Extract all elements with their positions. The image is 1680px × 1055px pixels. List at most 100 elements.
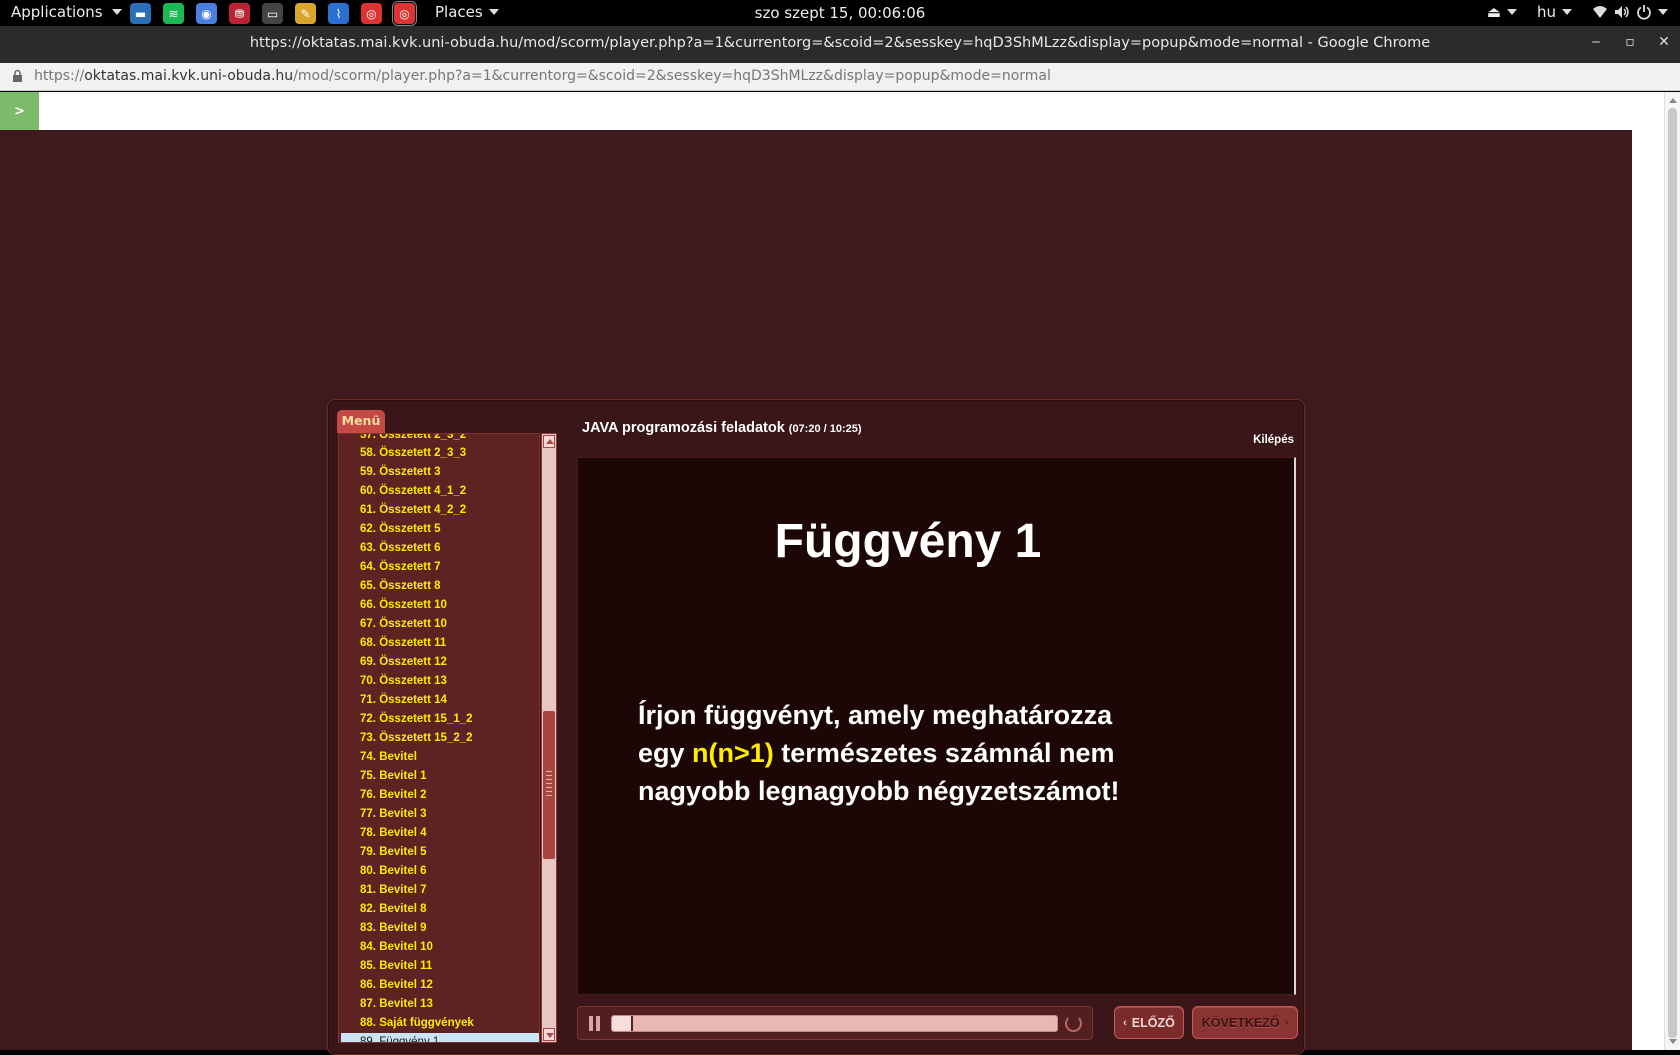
screenshot-icon[interactable]: ⛃ <box>229 3 250 24</box>
menu-item[interactable]: 89. Függvény 1 <box>341 1033 539 1043</box>
toc-toggle-button[interactable]: > <box>0 92 39 130</box>
terminal-icon[interactable]: ▭ <box>262 3 283 24</box>
menu-item[interactable]: 84. Bevitel 10 <box>339 938 539 957</box>
scroll-up-icon[interactable] <box>1669 98 1677 103</box>
pause-icon[interactable] <box>588 1016 602 1031</box>
menu-item-label: Bevitel 11 <box>379 960 433 972</box>
menu-item-number: 76. <box>360 789 376 801</box>
page-scrollbar[interactable] <box>1664 92 1680 1050</box>
menu-item[interactable]: 78. Bevitel 4 <box>339 824 539 843</box>
menu-item[interactable]: 76. Bevitel 2 <box>339 786 539 805</box>
eject-menu[interactable]: ⏏ <box>1487 3 1517 21</box>
menu-item-number: 84. <box>360 941 376 953</box>
chrome-active-icon[interactable]: ◎ <box>392 1 417 26</box>
previous-button[interactable]: ‹ ELŐZŐ <box>1114 1006 1184 1039</box>
clock[interactable]: szo szept 15, 00:06:06 <box>755 4 926 22</box>
menu-item[interactable]: 69. Összetett 12 <box>339 653 539 672</box>
playback-controls <box>577 1006 1093 1040</box>
eject-icon: ⏏ <box>1486 3 1501 21</box>
course-player: Menü 57. Összetett 2_3_2 58. Összetett 2_… <box>327 399 1305 1055</box>
menu-scrollbar[interactable] <box>541 433 557 1043</box>
slide-highlight: n(n>1) <box>692 738 774 768</box>
menu-item-number: 61. <box>360 504 376 516</box>
chromium-icon[interactable]: ◉ <box>196 3 217 24</box>
menu-item-label: Összetett 2_3_3 <box>379 447 467 459</box>
menu-item[interactable]: 66. Összetett 10 <box>339 596 539 615</box>
applications-menu[interactable]: Applications <box>11 3 122 21</box>
menu-item[interactable]: 75. Bevitel 1 <box>339 767 539 786</box>
url-prefix: https:// <box>34 68 85 84</box>
menu-item[interactable]: 63. Összetett 6 <box>339 539 539 558</box>
replay-icon[interactable] <box>1065 1015 1082 1032</box>
menu-item[interactable]: 87. Bevitel 13 <box>339 995 539 1014</box>
menu-item[interactable]: 65. Összetett 8 <box>339 577 539 596</box>
scroll-down-button[interactable] <box>543 1028 555 1041</box>
menu-item[interactable]: 81. Bevitel 7 <box>339 881 539 900</box>
lock-icon <box>13 69 22 82</box>
course-title: JAVA programozási feladatok (07:20 / 10:2… <box>582 420 862 436</box>
menu-item-number: 72. <box>360 713 376 725</box>
menu-item[interactable]: 80. Bevitel 6 <box>339 862 539 881</box>
status-menu[interactable] <box>1592 4 1668 20</box>
menu-item[interactable]: 74. Bevitel <box>339 748 539 767</box>
menu-item-label: Összetett 14 <box>379 694 447 706</box>
spotify-icon[interactable]: ≋ <box>163 3 184 24</box>
menu-item-number: 70. <box>360 675 376 687</box>
scroll-thumb[interactable] <box>543 711 555 859</box>
system-top-bar: Applications ▬ ≋ ◉ ⛃ ▭ ✎ ⌇ ◎ ◎ Places szo szept … <box>0 0 1680 26</box>
next-button[interactable]: KÖVETKEZŐ › <box>1192 1006 1298 1039</box>
maximize-button[interactable]: ▫ <box>1622 34 1638 50</box>
places-menu[interactable]: Places <box>435 3 499 21</box>
menu-item-label: Bevitel 13 <box>379 998 433 1010</box>
chrome-icon[interactable]: ◎ <box>361 3 382 24</box>
menu-tab[interactable]: Menü <box>337 410 385 433</box>
menu-item[interactable]: 85. Bevitel 11 <box>339 957 539 976</box>
menu-item[interactable]: 82. Bevitel 8 <box>339 900 539 919</box>
menu-item[interactable]: 64. Összetett 7 <box>339 558 539 577</box>
menu-item[interactable]: 58. Összetett 2_3_3 <box>339 444 539 463</box>
close-button[interactable]: ✕ <box>1656 34 1672 50</box>
desktop-icon[interactable]: ▬ <box>130 3 151 24</box>
menu-item[interactable]: 71. Összetett 14 <box>339 691 539 710</box>
page-scroll-thumb[interactable] <box>1668 108 1677 1038</box>
menu-item[interactable]: 77. Bevitel 3 <box>339 805 539 824</box>
menu-item-number: 71. <box>360 694 376 706</box>
menu-item[interactable]: 83. Bevitel 9 <box>339 919 539 938</box>
menu-item-label: Összetett 10 <box>379 618 447 630</box>
playback-time: (07:20 / 10:25) <box>788 423 862 435</box>
menu-item-label: Bevitel <box>379 751 417 763</box>
menu-item-number: 62. <box>360 523 376 535</box>
menu-item-number: 66. <box>360 599 376 611</box>
menu-item[interactable]: 72. Összetett 15_1_2 <box>339 710 539 729</box>
minimize-button[interactable]: ‒ <box>1588 34 1604 50</box>
slide-line-2-start: egy <box>638 738 693 768</box>
keyboard-layout-menu[interactable]: hu <box>1537 3 1572 21</box>
menu-item[interactable]: 61. Összetett 4_2_2 <box>339 501 539 520</box>
menu-item[interactable]: 79. Bevitel 5 <box>339 843 539 862</box>
menu-item[interactable]: 62. Összetett 5 <box>339 520 539 539</box>
scroll-up-button[interactable] <box>543 435 555 448</box>
menu-item-label: Bevitel 3 <box>379 808 427 820</box>
menu-item[interactable]: 60. Összetett 4_1_2 <box>339 482 539 501</box>
menu-item-label: Összetett 8 <box>379 580 441 592</box>
slide-line-2-end: természetes számnál nem <box>773 738 1115 768</box>
scroll-down-icon[interactable] <box>1669 1039 1677 1044</box>
menu-item[interactable]: 88. Saját függvények <box>339 1014 539 1033</box>
menu-item[interactable]: 59. Összetett 3 <box>339 463 539 482</box>
menu-item[interactable]: 68. Összetett 11 <box>339 634 539 653</box>
url-text[interactable]: https://oktatas.mai.kvk.uni-obuda.hu/mod… <box>34 68 1051 84</box>
menu-item[interactable]: 86. Bevitel 12 <box>339 976 539 995</box>
menu-item-number: 73. <box>360 732 376 744</box>
menu-item[interactable]: 70. Összetett 13 <box>339 672 539 691</box>
menu-item[interactable]: 67. Összetett 10 <box>339 615 539 634</box>
exit-button[interactable]: Kilépés <box>1253 434 1294 446</box>
menu-item[interactable]: 57. Összetett 2_3_2 <box>339 434 539 444</box>
chevron-left-icon: ‹ <box>1123 1016 1127 1029</box>
progress-bar[interactable] <box>611 1015 1058 1032</box>
menu-item-number: 57. <box>360 434 376 441</box>
address-bar[interactable]: https://oktatas.mai.kvk.uni-obuda.hu/mod… <box>0 63 1680 91</box>
menu-item[interactable]: 73. Összetett 15_2_2 <box>339 729 539 748</box>
menu-item-label: Függvény 1 <box>379 1036 440 1043</box>
text-editor-icon[interactable]: ✎ <box>295 3 316 24</box>
system-monitor-icon[interactable]: ⌇ <box>328 3 349 24</box>
